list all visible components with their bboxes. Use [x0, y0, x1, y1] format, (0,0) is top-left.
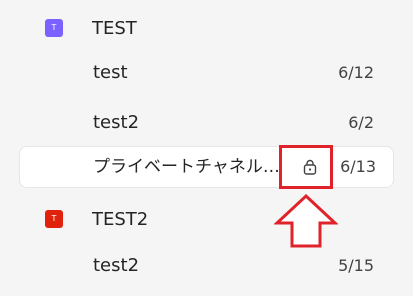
channel-date: 6/12	[338, 63, 374, 82]
team-avatar: T	[45, 210, 63, 228]
channel-item-test[interactable]: test 6/12	[0, 55, 413, 91]
team-header-test[interactable]: T TEST	[45, 14, 137, 42]
channel-date: 6/2	[348, 113, 374, 132]
channel-item-test2[interactable]: test2 6/2	[0, 105, 413, 141]
channel-name: test2	[93, 112, 140, 133]
channel-item-private-selected[interactable]: プライベートチャネルテ... 6/13	[20, 147, 393, 187]
channel-item-test2[interactable]: test2 5/15	[0, 248, 413, 284]
team-channel-list: T TEST test 6/12 test2 6/2 プライベートチャネルテ..…	[0, 0, 413, 296]
team-avatar: T	[45, 19, 63, 37]
channel-name: test2	[93, 255, 140, 276]
channel-date: 6/13	[340, 157, 376, 176]
team-avatar-letter: T	[51, 214, 57, 223]
lock-icon	[300, 157, 320, 177]
channel-name: test	[93, 62, 128, 83]
team-header-test2[interactable]: T TEST2	[45, 205, 148, 233]
channel-name: プライベートチャネルテ...	[93, 157, 283, 177]
channel-date: 5/15	[338, 256, 374, 275]
annotation-up-arrow-icon	[274, 193, 338, 248]
team-avatar-letter: T	[51, 23, 57, 32]
team-name: TEST2	[92, 208, 149, 230]
team-name: TEST	[92, 17, 137, 39]
